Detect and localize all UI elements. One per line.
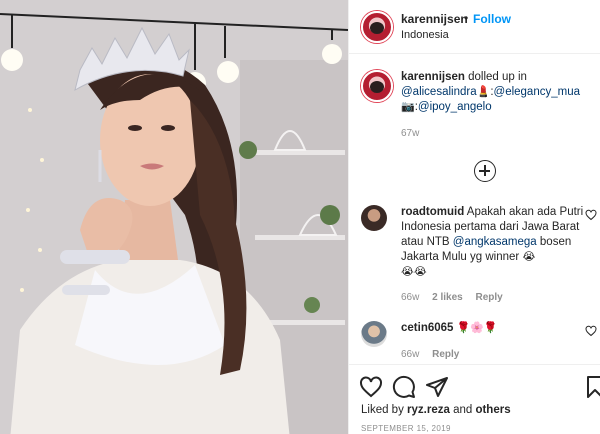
comment-likes[interactable]: 2 likes bbox=[432, 292, 463, 303]
author-avatar[interactable] bbox=[361, 11, 393, 43]
heart-icon[interactable] bbox=[585, 209, 597, 221]
post-header: karennijsen • Follow Indonesia bbox=[349, 0, 600, 54]
author-username[interactable]: karennijsen bbox=[401, 12, 468, 26]
caption-author-avatar[interactable] bbox=[361, 70, 393, 102]
comment-icon[interactable] bbox=[392, 375, 416, 399]
commenter-avatar[interactable] bbox=[361, 205, 387, 231]
post-sidebar: karennijsen • Follow Indonesia karennijs… bbox=[348, 0, 600, 434]
liked-by-prefix: Liked by bbox=[361, 404, 408, 416]
comment-meta: 66w Reply bbox=[401, 349, 469, 360]
reply-button[interactable]: Reply bbox=[476, 292, 503, 303]
bookmark-icon[interactable] bbox=[583, 375, 600, 399]
comment-text: roadtomuid Apakah akan ada Putri Indones… bbox=[401, 205, 586, 280]
liked-by-summary: Liked by ryz.reza and others bbox=[361, 404, 511, 416]
share-icon[interactable] bbox=[425, 375, 449, 399]
caption-text: karennijsen dolled up in @alicesalindra💄… bbox=[401, 70, 597, 115]
comment-username[interactable]: roadtomuid bbox=[401, 206, 464, 218]
caption-text-part-1: dolled up in bbox=[464, 71, 527, 83]
liked-by-user[interactable]: ryz.reza bbox=[407, 404, 450, 416]
follow-button[interactable]: Follow bbox=[473, 12, 511, 26]
caption-username[interactable]: karennijsen bbox=[401, 71, 465, 83]
commenter-avatar[interactable] bbox=[361, 321, 387, 347]
liked-by-and: and bbox=[449, 404, 476, 416]
heart-icon[interactable] bbox=[359, 375, 383, 399]
lipstick-emoji: 💄 bbox=[476, 86, 491, 98]
mention-link[interactable]: @angkasamega bbox=[453, 236, 537, 248]
post-location[interactable]: Indonesia bbox=[401, 29, 449, 41]
mention-link[interactable]: @alicesalindra bbox=[401, 86, 477, 98]
comment-body: 🌹🌸🌹 bbox=[453, 322, 498, 334]
mention-link[interactable]: @ipoy_angelo bbox=[418, 101, 492, 113]
post-photo[interactable] bbox=[0, 0, 348, 434]
separator-dot: • bbox=[464, 11, 469, 25]
reply-button[interactable]: Reply bbox=[432, 349, 459, 360]
post-actions: Liked by ryz.reza and others SEPTEMBER 1… bbox=[349, 364, 600, 434]
crying-emoji: 😭 bbox=[522, 251, 536, 263]
comment-timestamp[interactable]: 66w bbox=[401, 292, 419, 303]
post-photo-illustration bbox=[0, 0, 348, 434]
heart-icon[interactable] bbox=[585, 325, 597, 337]
mention-link[interactable]: @elegancy_mua bbox=[494, 86, 580, 98]
comment-text: cetin6065 🌹🌸🌹 bbox=[401, 321, 586, 336]
comment-meta: 66w 2 likes Reply bbox=[401, 292, 513, 303]
liked-by-others[interactable]: others bbox=[475, 404, 510, 416]
comment-username[interactable]: cetin6065 bbox=[401, 322, 453, 334]
crying-emoji: 😭😭 bbox=[401, 266, 427, 278]
caption-timestamp[interactable]: 67w bbox=[401, 128, 419, 139]
comment-timestamp[interactable]: 66w bbox=[401, 349, 419, 360]
post-date[interactable]: SEPTEMBER 15, 2019 bbox=[361, 424, 451, 433]
plus-circle-icon[interactable] bbox=[474, 160, 496, 182]
camera-emoji: 📷 bbox=[401, 101, 415, 113]
